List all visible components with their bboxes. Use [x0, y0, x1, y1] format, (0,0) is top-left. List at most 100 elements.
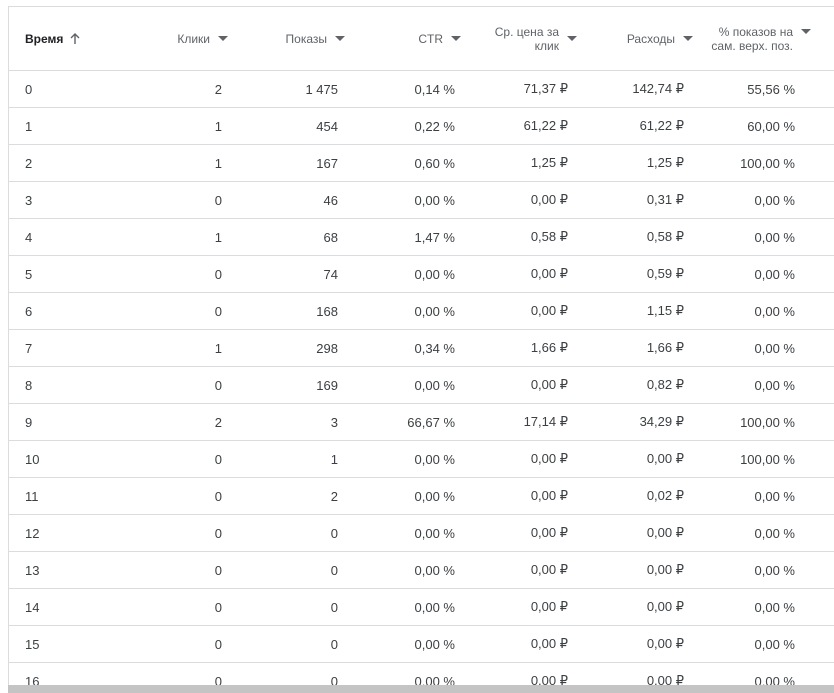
- cell-top-impressions: 0,00 %: [695, 625, 834, 663]
- table-row: 7 1 298 0,34 % 1,66 ₽1,66 ₽0,00 %: [9, 329, 834, 367]
- cell-cost: 0,00 ₽: [579, 588, 695, 626]
- horizontal-scrollbar[interactable]: [8, 685, 834, 693]
- sort-dropdown-icon: [567, 36, 577, 41]
- column-header-avg-cpc[interactable]: Ср. цена за клик: [463, 7, 579, 71]
- cell-cost: 142,74 ₽: [579, 70, 695, 108]
- cell-clicks: 0: [126, 292, 230, 330]
- cell-impressions: 3: [230, 403, 347, 441]
- cell-top-impressions: 0,00 %: [695, 366, 834, 404]
- cell-clicks: 0: [126, 551, 230, 589]
- table-row: 2 1 167 0,60 % 1,25 ₽1,25 ₽100,00 %: [9, 144, 834, 182]
- cell-clicks: 0: [126, 181, 230, 219]
- cell-time: 8: [9, 366, 126, 404]
- cell-avg-cpc: 0,00 ₽: [463, 477, 579, 515]
- cell-time: 15: [9, 625, 126, 663]
- cell-clicks: 2: [126, 70, 230, 108]
- table-row: 13 0 0 0,00 % 0,00 ₽0,00 ₽0,00 %: [9, 551, 834, 589]
- cell-clicks: 0: [126, 477, 230, 515]
- column-header-impressions[interactable]: Показы: [230, 7, 347, 71]
- cell-impressions: 454: [230, 107, 347, 145]
- cell-time: 12: [9, 514, 126, 552]
- header-row: Время Клики Показы CTR Ср. цена за клик …: [9, 7, 834, 71]
- table-row: 14 0 0 0,00 % 0,00 ₽0,00 ₽0,00 %: [9, 588, 834, 626]
- cell-impressions: 0: [230, 551, 347, 589]
- table-header: Время Клики Показы CTR Ср. цена за клик …: [9, 7, 834, 71]
- cell-time: 14: [9, 588, 126, 626]
- cell-ctr: 0,22 %: [347, 107, 463, 145]
- cell-ctr: 0,00 %: [347, 551, 463, 589]
- cell-clicks: 0: [126, 588, 230, 626]
- cell-ctr: 0,00 %: [347, 292, 463, 330]
- cell-impressions: 0: [230, 625, 347, 663]
- cell-top-impressions: 55,56 %: [695, 70, 834, 108]
- cell-ctr: 0,00 %: [347, 255, 463, 293]
- cell-impressions: 2: [230, 477, 347, 515]
- column-header-clicks[interactable]: Клики: [126, 7, 230, 71]
- cell-cost: 0,00 ₽: [579, 625, 695, 663]
- cell-avg-cpc: 71,37 ₽: [463, 70, 579, 108]
- column-header-ctr[interactable]: CTR: [347, 7, 463, 71]
- column-header-cost-label: Расходы: [626, 31, 675, 46]
- cell-cost: 0,00 ₽: [579, 514, 695, 552]
- cell-cost: 0,82 ₽: [579, 366, 695, 404]
- column-header-avg-cpc-label: Ср. цена за клик: [494, 24, 559, 53]
- table-row: 15 0 0 0,00 % 0,00 ₽0,00 ₽0,00 %: [9, 625, 834, 663]
- column-header-time[interactable]: Время: [9, 7, 126, 71]
- cell-time: 4: [9, 218, 126, 256]
- cell-time: 13: [9, 551, 126, 589]
- cell-top-impressions: 0,00 %: [695, 477, 834, 515]
- cell-avg-cpc: 0,00 ₽: [463, 292, 579, 330]
- column-header-time-label: Время: [25, 31, 64, 46]
- cell-avg-cpc: 1,66 ₽: [463, 329, 579, 367]
- cell-top-impressions: 0,00 %: [695, 329, 834, 367]
- cell-avg-cpc: 0,00 ₽: [463, 255, 579, 293]
- cell-avg-cpc: 0,58 ₽: [463, 218, 579, 256]
- cell-clicks: 1: [126, 218, 230, 256]
- cell-clicks: 2: [126, 403, 230, 441]
- table-row: 021 475 0,14 % 71,37 ₽142,74 ₽55,56 %: [9, 70, 834, 108]
- cell-top-impressions: 0,00 %: [695, 551, 834, 589]
- column-header-clicks-label: Клики: [177, 31, 210, 46]
- cell-time: 0: [9, 70, 126, 108]
- cell-ctr: 0,00 %: [347, 477, 463, 515]
- cell-cost: 0,31 ₽: [579, 181, 695, 219]
- sort-dropdown-icon: [451, 36, 461, 41]
- cell-impressions: 0: [230, 588, 347, 626]
- cell-cost: 0,59 ₽: [579, 255, 695, 293]
- cell-avg-cpc: 0,00 ₽: [463, 588, 579, 626]
- cell-ctr: 0,00 %: [347, 625, 463, 663]
- cell-impressions: 46: [230, 181, 347, 219]
- sort-dropdown-icon: [218, 36, 228, 41]
- cell-ctr: 0,60 %: [347, 144, 463, 182]
- cell-impressions: 167: [230, 144, 347, 182]
- cell-impressions: 169: [230, 366, 347, 404]
- table-row: 4 1 68 1,47 % 0,58 ₽0,58 ₽0,00 %: [9, 218, 834, 256]
- cell-avg-cpc: 0,00 ₽: [463, 514, 579, 552]
- cell-ctr: 0,14 %: [347, 70, 463, 108]
- cell-time: 10: [9, 440, 126, 478]
- cell-avg-cpc: 17,14 ₽: [463, 403, 579, 441]
- sort-dropdown-icon: [335, 36, 345, 41]
- cell-ctr: 66,67 %: [347, 403, 463, 441]
- cell-avg-cpc: 0,00 ₽: [463, 551, 579, 589]
- column-header-top-impressions-label: % показов на сам. верх. поз.: [711, 24, 793, 53]
- cell-time: 1: [9, 107, 126, 145]
- sort-ascending-icon: [69, 32, 81, 45]
- cell-top-impressions: 0,00 %: [695, 588, 834, 626]
- cell-top-impressions: 100,00 %: [695, 403, 834, 441]
- cell-impressions: 168: [230, 292, 347, 330]
- cell-top-impressions: 100,00 %: [695, 144, 834, 182]
- cell-impressions: 74: [230, 255, 347, 293]
- cell-cost: 1,66 ₽: [579, 329, 695, 367]
- table-row: 5 0 74 0,00 % 0,00 ₽0,59 ₽0,00 %: [9, 255, 834, 293]
- column-header-cost[interactable]: Расходы: [579, 7, 695, 71]
- table-row: 9 2 3 66,67 % 17,14 ₽34,29 ₽100,00 %: [9, 403, 834, 441]
- cell-ctr: 0,00 %: [347, 181, 463, 219]
- table-row: 11 0 2 0,00 % 0,00 ₽0,02 ₽0,00 %: [9, 477, 834, 515]
- cell-cost: 0,58 ₽: [579, 218, 695, 256]
- cell-time: 2: [9, 144, 126, 182]
- column-header-top-impressions[interactable]: % показов на сам. верх. поз.: [695, 7, 834, 71]
- sort-dropdown-icon: [801, 28, 811, 34]
- cell-cost: 61,22 ₽: [579, 107, 695, 145]
- cell-top-impressions: 0,00 %: [695, 255, 834, 293]
